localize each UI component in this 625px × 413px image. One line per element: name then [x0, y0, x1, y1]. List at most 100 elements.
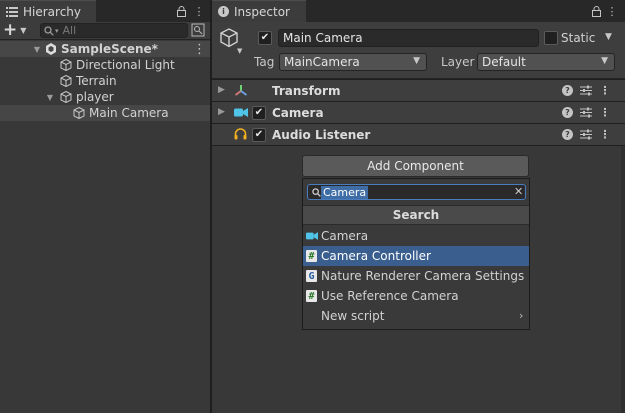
layer-label: Layer — [441, 55, 475, 69]
search-section-header: Search — [303, 205, 529, 225]
hierarchy-item-player[interactable]: ▼ player — [0, 89, 210, 105]
static-checkbox[interactable] — [544, 31, 558, 45]
active-checkbox[interactable]: ✔ — [258, 31, 272, 45]
create-button[interactable]: + ▼ — [3, 22, 31, 39]
component-camera[interactable]: ▶ ✔ Camera ? ⋮ — [212, 101, 625, 123]
presets-icon[interactable] — [580, 85, 592, 96]
info-icon: i — [218, 6, 229, 17]
checkmark-icon: ✔ — [260, 32, 270, 43]
gameobject-icon — [60, 59, 72, 71]
more-menu-icon[interactable]: ⋮ — [192, 4, 206, 18]
result-use-reference-camera[interactable]: # Use Reference Camera — [303, 286, 529, 306]
component-search-input[interactable]: Camera ✕ — [307, 184, 526, 200]
add-icon: + — [3, 20, 18, 40]
component-transform[interactable]: ▶ Transform ? ⋮ — [212, 79, 625, 101]
list-icon — [6, 6, 18, 17]
hierarchy-item-main-camera[interactable]: Main Camera — [0, 105, 210, 121]
object-icon-selector[interactable]: ▼ — [219, 28, 245, 58]
add-component-label: Add Component — [367, 159, 464, 173]
inspector-tab[interactable]: i Inspector — [212, 0, 306, 22]
help-icon[interactable]: ? — [562, 129, 573, 140]
component-enabled-checkbox[interactable]: ✔ — [252, 106, 266, 120]
layer-dropdown[interactable]: Default ▼ — [477, 53, 615, 71]
inspector-tab-label: Inspector — [234, 4, 290, 19]
help-icon[interactable]: ? — [562, 107, 573, 118]
scene-menu-icon[interactable]: ⋮ — [193, 42, 206, 57]
component-enabled-checkbox[interactable]: ✔ — [252, 128, 266, 142]
add-component-popup: Camera ✕ Search Camera # Camera Controll… — [302, 178, 530, 330]
transform-icon — [234, 85, 248, 96]
presets-icon[interactable] — [580, 129, 592, 140]
expand-arrow-icon[interactable]: ▼ — [32, 44, 42, 54]
camera-icon — [234, 108, 248, 117]
hierarchy-tab-label: Hierarchy — [23, 4, 82, 19]
csharp-script-icon: # — [306, 250, 317, 262]
static-dropdown-icon[interactable]: ▼ — [605, 32, 612, 42]
presets-icon[interactable] — [580, 107, 592, 118]
help-icon[interactable]: ? — [562, 85, 573, 96]
gameobject-icon — [60, 75, 72, 87]
chevron-down-icon: ▼ — [20, 26, 27, 35]
component-label: Camera — [272, 106, 324, 120]
hierarchy-tab[interactable]: Hierarchy — [0, 0, 96, 22]
inspector-scrollbar[interactable] — [621, 146, 625, 413]
search-value: Camera — [321, 186, 369, 199]
component-audio-listener[interactable]: ✔ Audio Listener ? ⋮ — [212, 123, 625, 146]
hierarchy-item-label: Terrain — [76, 74, 117, 88]
hierarchy-item-directional-light[interactable]: Directional Light — [0, 57, 210, 73]
hierarchy-item-label: Directional Light — [76, 58, 175, 72]
search-icon — [44, 25, 54, 36]
scene-visibility-icon[interactable] — [191, 23, 205, 37]
search-placeholder: All — [62, 24, 77, 37]
search-icon — [312, 188, 321, 197]
component-menu-icon[interactable]: ⋮ — [598, 127, 612, 141]
more-menu-icon[interactable]: ⋮ — [605, 4, 619, 18]
result-nature-renderer-camera-settings[interactable]: G Nature Renderer Camera Settings — [303, 266, 529, 286]
component-menu-icon[interactable]: ⋮ — [598, 83, 612, 97]
chevron-right-icon: › — [519, 309, 524, 322]
unity-scene-icon — [46, 43, 56, 55]
result-label: Camera Controller — [321, 249, 431, 263]
result-label: Nature Renderer Camera Settings — [321, 269, 525, 283]
chevron-down-icon: ▼ — [237, 47, 243, 55]
gameobject-large-icon — [220, 28, 238, 48]
hierarchy-panel: Hierarchy ⋮ + ▼ ▾ All ▼ SampleScene* ⋮ D… — [0, 0, 210, 413]
csharp-script-icon: # — [306, 290, 317, 302]
section-title: Search — [392, 208, 440, 222]
object-name-input[interactable]: Main Camera — [278, 29, 539, 47]
hierarchy-item-label: player — [76, 90, 114, 104]
scene-row[interactable]: ▼ SampleScene* ⋮ — [0, 41, 210, 57]
hierarchy-toolbar: + ▼ ▾ All — [0, 22, 210, 40]
headphones-icon — [234, 128, 247, 140]
component-menu-icon[interactable]: ⋮ — [598, 105, 612, 119]
result-label: New script — [321, 309, 385, 323]
expand-arrow-icon[interactable]: ▶ — [218, 107, 225, 117]
component-script-icon: G — [306, 270, 317, 282]
component-label: Audio Listener — [272, 128, 371, 142]
expand-arrow-icon[interactable]: ▼ — [45, 92, 55, 102]
result-new-script[interactable]: New script › — [303, 306, 529, 326]
checkmark-icon: ✔ — [254, 107, 264, 118]
result-label: Use Reference Camera — [321, 289, 459, 303]
expand-arrow-icon[interactable]: ▶ — [218, 85, 225, 95]
checkmark-icon: ✔ — [254, 129, 264, 140]
object-name-value: Main Camera — [283, 31, 363, 45]
result-label: Camera — [321, 229, 369, 243]
object-header: ▼ ✔ Main Camera Static ▼ Tag MainCamera … — [212, 22, 625, 79]
clear-search-icon[interactable]: ✕ — [514, 185, 523, 198]
result-camera[interactable]: Camera — [303, 226, 529, 246]
chevron-down-icon: ▼ — [413, 56, 420, 66]
lock-icon[interactable] — [174, 4, 188, 18]
hierarchy-item-terrain[interactable]: Terrain — [0, 73, 210, 89]
static-label: Static — [561, 31, 596, 45]
tag-dropdown[interactable]: MainCamera ▼ — [279, 53, 427, 71]
camera-icon — [306, 232, 318, 240]
tag-label: Tag — [254, 55, 275, 69]
lock-icon[interactable] — [589, 4, 603, 18]
add-component-button[interactable]: Add Component — [302, 155, 529, 177]
hierarchy-search-input[interactable]: ▾ All — [40, 23, 188, 38]
layer-value: Default — [482, 55, 526, 69]
result-camera-controller[interactable]: # Camera Controller — [303, 246, 529, 266]
component-label: Transform — [272, 84, 341, 98]
gameobject-icon — [73, 107, 85, 119]
